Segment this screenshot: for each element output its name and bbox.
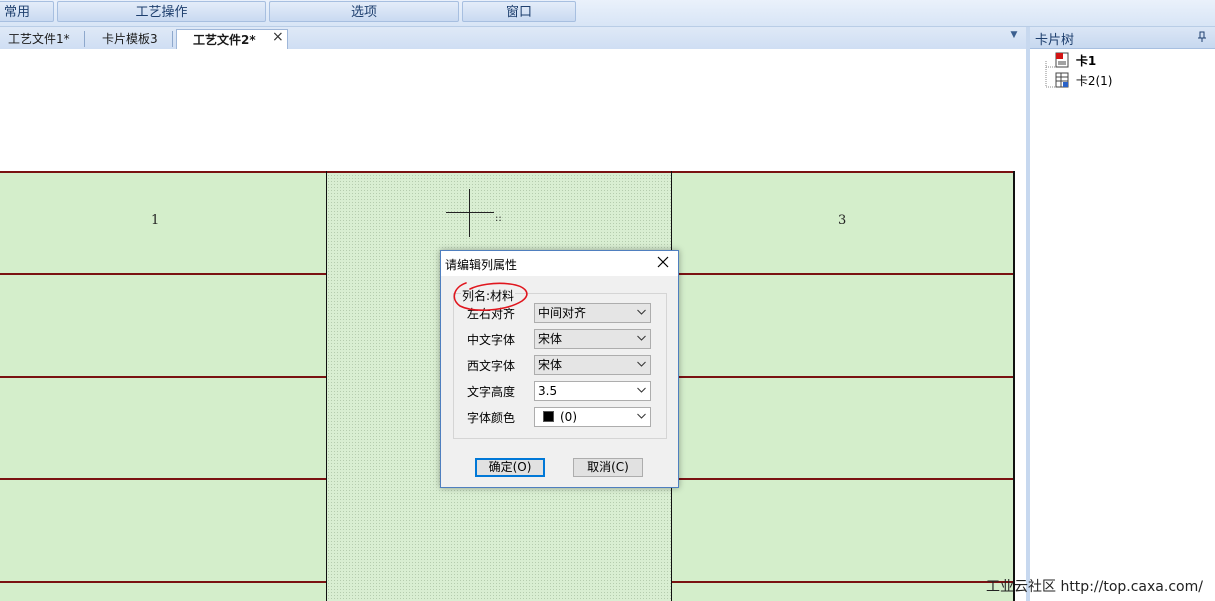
tab-card-template-3[interactable]: 卡片模板3 <box>96 29 164 49</box>
tab-label: 工艺文件2* <box>193 33 256 47</box>
tree-item-label: 卡1 <box>1075 54 1097 68</box>
text-height-combobox[interactable]: 3.5 <box>534 381 651 401</box>
alignment-select[interactable]: 中间对齐 <box>534 303 651 323</box>
document-tabbar: 工艺文件1* 卡片模板3 工艺文件2* × <box>0 27 1026 50</box>
red-annotation-circle <box>453 282 528 311</box>
row-line <box>0 478 327 480</box>
text-height-label: 文字高度 <box>467 385 516 399</box>
tab-separator <box>172 31 173 47</box>
color-swatch <box>543 411 554 422</box>
font-color-value: (0) <box>560 410 577 424</box>
tree-item-label: 卡2(1) <box>1075 74 1113 88</box>
row-line <box>0 273 327 275</box>
western-font-label: 西文字体 <box>467 359 516 373</box>
table-column-3[interactable] <box>671 171 1014 601</box>
tree-item-card-1[interactable]: 卡1 <box>1054 52 1096 70</box>
row-line <box>0 581 327 583</box>
menu-window[interactable]: 窗口 <box>462 1 576 22</box>
chevron-down-icon <box>637 413 646 419</box>
tree-item-card-2[interactable]: 卡2(1) <box>1054 72 1112 90</box>
chevron-down-icon <box>637 335 646 341</box>
row-line <box>671 376 1014 378</box>
crosshair-cursor-vertical <box>469 189 470 237</box>
dialog-title: 请编辑列属性 <box>445 258 518 272</box>
ribbon-menubar: 常用 工艺操作 选项 窗口 <box>0 0 1215 27</box>
western-font-value: 宋体 <box>538 358 563 372</box>
text-height-value: 3.5 <box>538 384 558 398</box>
tab-process-file-1[interactable]: 工艺文件1* <box>2 29 76 49</box>
close-icon[interactable] <box>656 255 670 269</box>
row-line <box>0 376 327 378</box>
chinese-font-select[interactable]: 宋体 <box>534 329 651 349</box>
font-color-label: 字体颜色 <box>467 411 516 425</box>
chevron-down-icon <box>637 387 646 393</box>
cursor-marker: :: <box>495 213 502 224</box>
card-selected-icon <box>1055 52 1069 68</box>
font-color-select[interactable]: (0) <box>534 407 651 427</box>
table-column-1[interactable] <box>0 171 327 601</box>
card-tree: 卡1 卡2(1) <box>1030 49 1215 601</box>
tab-list-dropdown-icon[interactable]: ▼ <box>1007 30 1021 46</box>
crosshair-cursor-horizontal <box>446 212 494 213</box>
card-table-icon <box>1055 72 1069 88</box>
pin-icon[interactable] <box>1197 31 1207 43</box>
chevron-down-icon <box>637 309 646 315</box>
column-number-1: 1 <box>151 213 160 228</box>
chevron-down-icon <box>637 361 646 367</box>
cancel-button[interactable]: 取消(C) <box>573 458 643 477</box>
row-line <box>671 478 1014 480</box>
tab-close-icon[interactable]: × <box>272 29 284 45</box>
chinese-font-value: 宋体 <box>538 332 563 346</box>
menu-options[interactable]: 选项 <box>269 1 459 22</box>
watermark-text: 工业云社区 http://top.caxa.com/ <box>986 579 1203 595</box>
menu-common[interactable]: 常用 <box>0 1 54 22</box>
column-line <box>326 171 327 601</box>
tab-separator <box>84 31 85 47</box>
column-number-3: 3 <box>838 213 847 228</box>
chinese-font-label: 中文字体 <box>467 333 516 347</box>
ok-button[interactable]: 确定(O) <box>475 458 545 477</box>
menu-process-operation[interactable]: 工艺操作 <box>57 1 266 22</box>
alignment-value: 中间对齐 <box>538 306 587 320</box>
row-line <box>671 273 1014 275</box>
row-line <box>671 581 1014 583</box>
western-font-select[interactable]: 宋体 <box>534 355 651 375</box>
card-tree-panel-header: 卡片树 <box>1030 27 1215 49</box>
row-line <box>0 171 1015 173</box>
panel-title: 卡片树 <box>1035 33 1075 48</box>
column-line <box>1013 171 1015 601</box>
dialog-titlebar[interactable]: 请编辑列属性 <box>441 251 678 276</box>
